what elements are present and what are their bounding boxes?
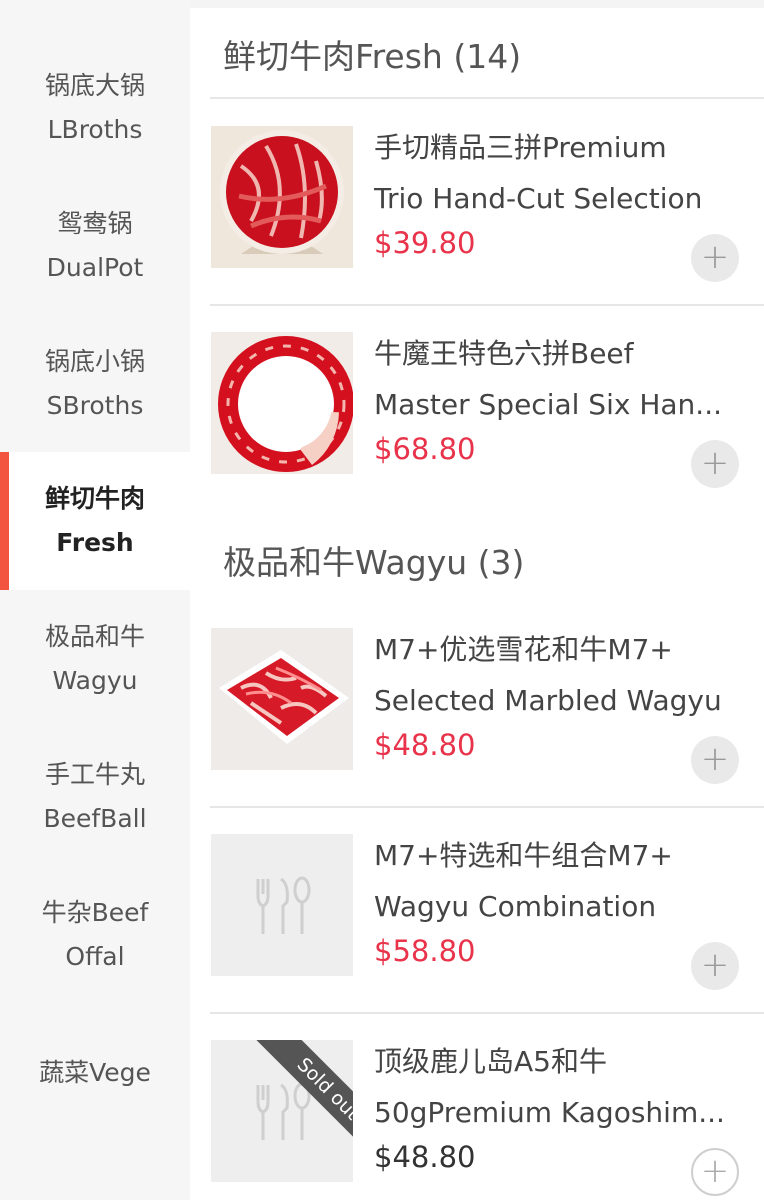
sidebar-item-label: 锅底小锅 (44, 347, 145, 376)
sidebar-item-label: SBroths (46, 391, 144, 420)
sidebar-item-label: LBroths (47, 115, 143, 144)
sidebar-item-label: Fresh (56, 528, 134, 557)
item-name: M7+优选雪花和牛M7+ Selected Marbled Wagyu (374, 633, 722, 717)
menu-item[interactable]: M7+特选和牛组合M7+ Wagyu Combination $58.80 + (190, 806, 764, 1012)
sidebar-item-wagyu[interactable]: 极品和牛 Wagyu (0, 591, 190, 727)
section-title-wagyu: 极品和牛Wagyu (3) (223, 543, 525, 582)
sidebar-item-vege[interactable]: 蔬菜Vege (0, 1005, 190, 1141)
sidebar-item-lbroths[interactable]: 锅底大锅 LBroths (0, 40, 190, 176)
menu-item[interactable]: 牛魔王特色六拼Beef Master Special Six Han... $6… (190, 304, 764, 510)
sidebar-item-label: Wagyu (52, 666, 138, 695)
product-list[interactable]: 鲜切牛肉Fresh (14) 手切精品三拼Premium Trio Hand-C… (190, 0, 764, 1200)
item-name: M7+特选和牛组合M7+ Wagyu Combination (374, 839, 673, 923)
sidebar-item-label: Offal (65, 942, 125, 971)
menu-item-sold-out[interactable]: Sold out 顶级鹿儿岛A5和牛 50gPremium Kagoshim..… (190, 1012, 764, 1200)
category-sidebar: 锅底大锅 LBroths 鸳鸯锅 DualPot 锅底小锅 SBroths 鲜切… (0, 0, 190, 1200)
sidebar-item-label: 手工牛丸 (44, 760, 145, 789)
item-price: $48.80 (374, 1140, 476, 1174)
menu-item[interactable]: 手切精品三拼Premium Trio Hand-Cut Selection $3… (190, 98, 764, 304)
sidebar-item-sbroths[interactable]: 锅底小锅 SBroths (0, 316, 190, 452)
sidebar-item-label: 鸳鸯锅 (57, 209, 133, 238)
menu-item[interactable]: M7+优选雪花和牛M7+ Selected Marbled Wagyu $48.… (190, 600, 764, 806)
sold-out-ribbon: Sold out (211, 1040, 353, 1182)
sidebar-item-label: BeefBall (43, 804, 147, 833)
item-image-beef-platter-ring (211, 332, 353, 474)
sidebar-item-label: 鲜切牛肉 (44, 484, 145, 513)
item-image-wagyu-tray (211, 628, 353, 770)
sidebar-item-fresh[interactable]: 鲜切牛肉 Fresh (0, 452, 190, 590)
add-to-cart-button[interactable]: + (691, 736, 739, 784)
sidebar-item-offal[interactable]: 牛杂Beef Offal (0, 867, 190, 1003)
item-name: 手切精品三拼Premium Trio Hand-Cut Selection (374, 131, 703, 215)
item-name: 牛魔王特色六拼Beef Master Special Six Han... (374, 337, 722, 421)
item-price: $48.80 (374, 728, 476, 762)
add-to-cart-button[interactable]: + (691, 1148, 739, 1196)
section-title-fresh: 鲜切牛肉Fresh (14) (223, 37, 522, 76)
sidebar-item-label: DualPot (46, 253, 144, 282)
add-to-cart-button[interactable]: + (691, 942, 739, 990)
item-price: $39.80 (374, 226, 476, 260)
sidebar-item-label: 锅底大锅 (44, 71, 145, 100)
utensils-placeholder-icon: Sold out (211, 1040, 353, 1182)
sidebar-item-label: 牛杂Beef (41, 898, 149, 927)
sidebar-item-dualpot[interactable]: 鸳鸯锅 DualPot (0, 178, 190, 314)
add-to-cart-button[interactable]: + (691, 234, 739, 282)
add-to-cart-button[interactable]: + (691, 440, 739, 488)
sidebar-item-label: 极品和牛 (44, 622, 145, 651)
sold-out-label: Sold out (249, 1040, 353, 1168)
utensils-placeholder-icon (211, 834, 353, 976)
item-price: $68.80 (374, 432, 476, 466)
item-image-beef-platter-round (211, 126, 353, 268)
item-name: 顶级鹿儿岛A5和牛 50gPremium Kagoshim... (374, 1045, 725, 1129)
sidebar-item-label: 蔬菜Vege (39, 1058, 151, 1087)
top-divider (190, 0, 764, 8)
item-price: $58.80 (374, 934, 476, 968)
sidebar-item-beefball[interactable]: 手工牛丸 BeefBall (0, 729, 190, 865)
